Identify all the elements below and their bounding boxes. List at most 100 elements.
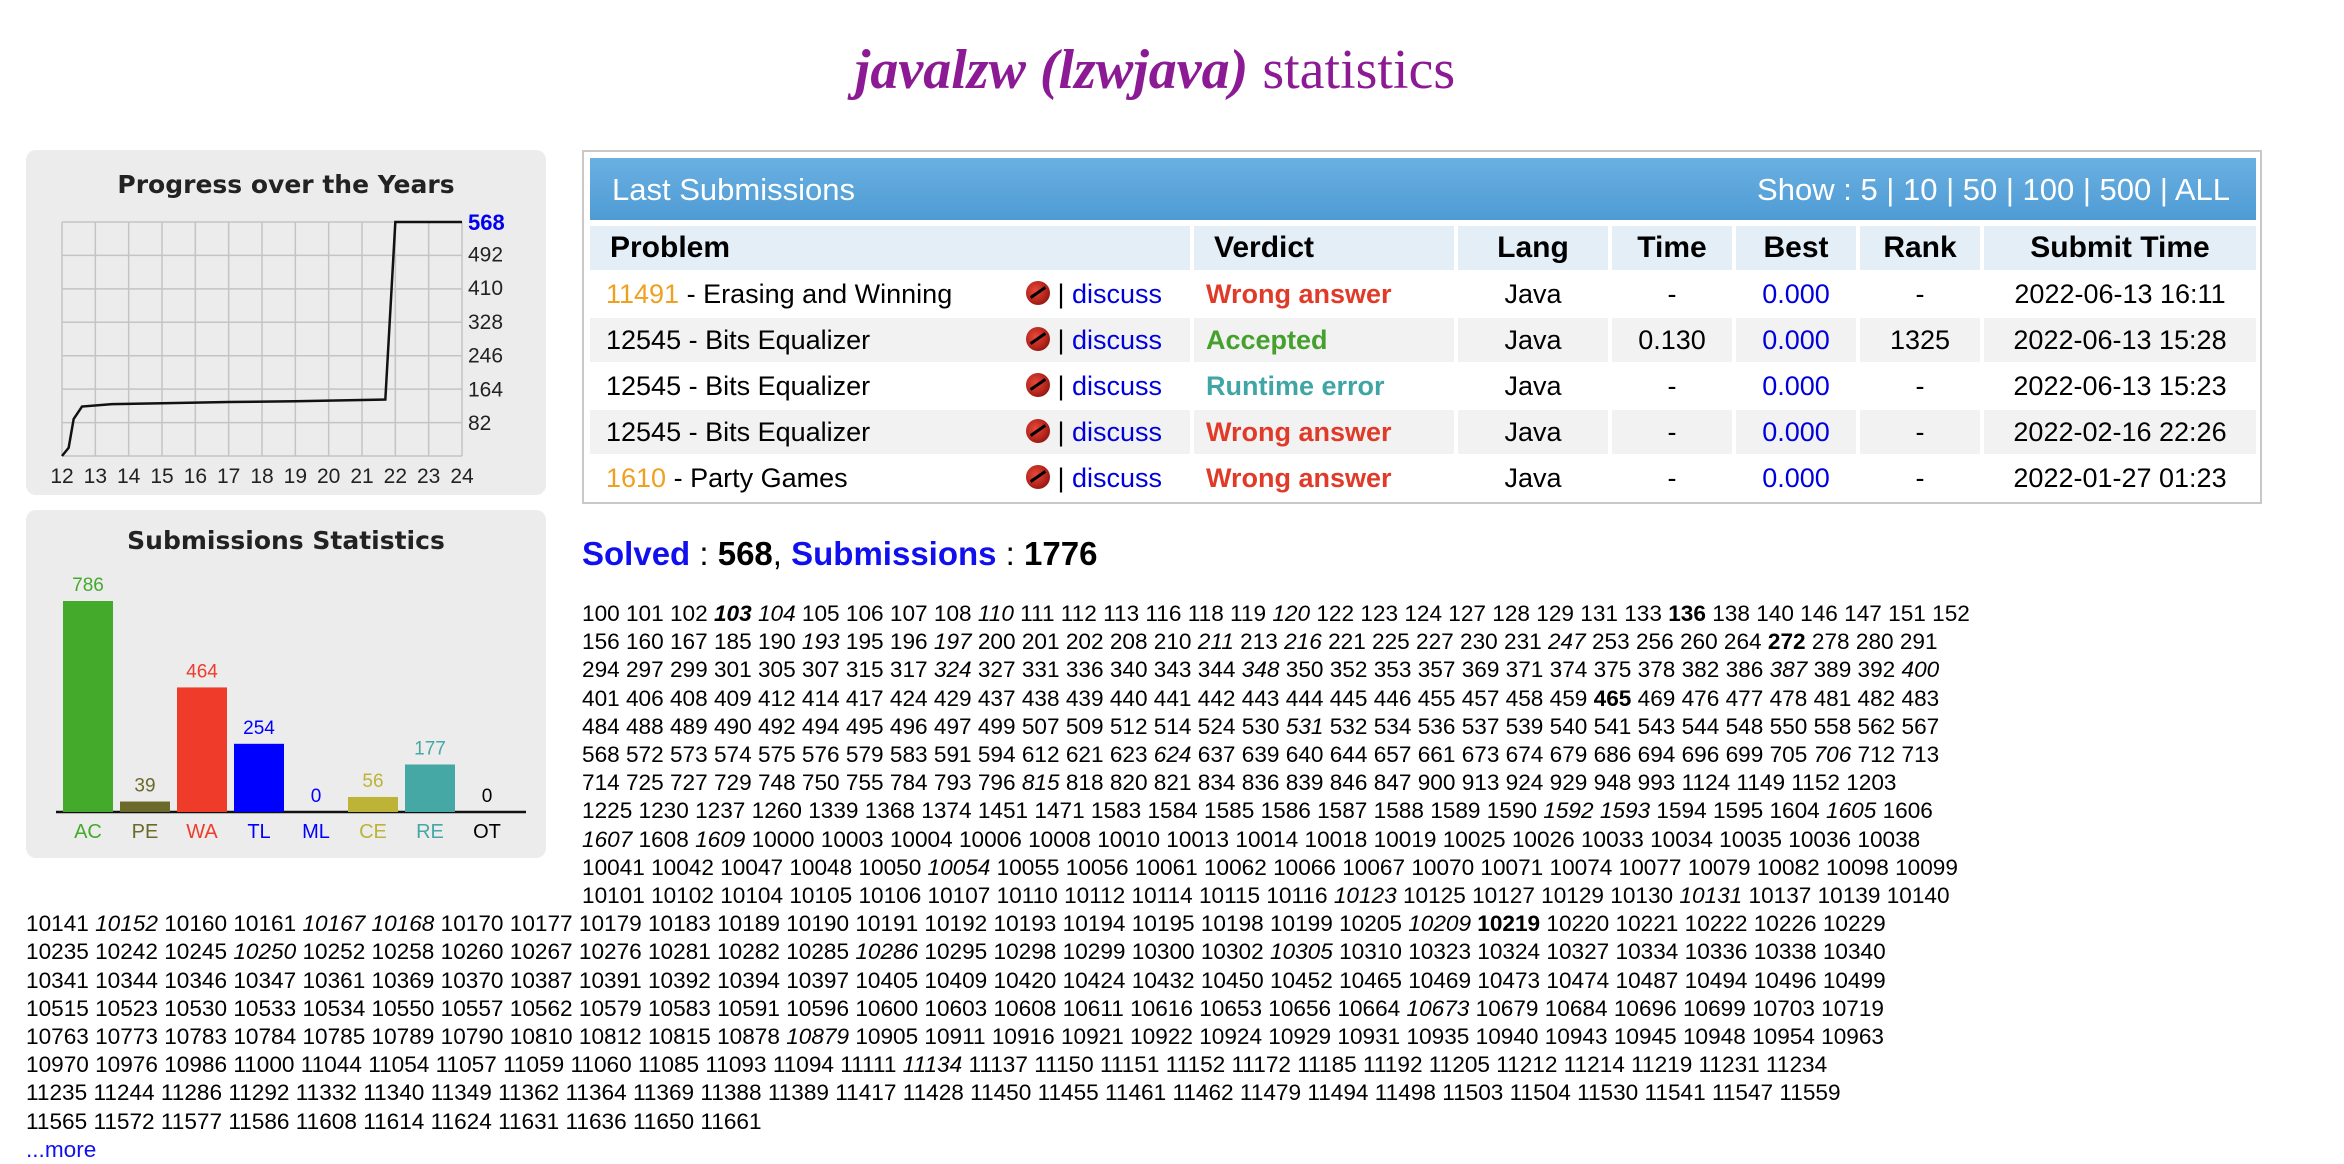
solved-problem-link[interactable]: 10034 [1650, 827, 1713, 852]
solved-problem-link[interactable]: 230 [1460, 629, 1498, 654]
solved-problem-link[interactable]: 10344 [95, 968, 158, 993]
solved-problem-link[interactable]: 1374 [921, 798, 971, 823]
solved-problem-link[interactable]: 913 [1462, 770, 1500, 795]
solved-problem-link[interactable]: 550 [1770, 714, 1808, 739]
solved-problem-link[interactable]: 369 [1462, 657, 1500, 682]
solved-problem-link[interactable]: 11185 [1297, 1052, 1356, 1077]
solved-problem-link[interactable]: 412 [758, 686, 796, 711]
solved-problem-link[interactable]: 948 [1594, 770, 1632, 795]
solved-problem-link[interactable]: 10664 [1337, 996, 1400, 1021]
solved-problem-link[interactable]: 623 [1110, 742, 1148, 767]
solved-problem-link[interactable]: 440 [1110, 686, 1148, 711]
solved-problem-link[interactable]: 496 [890, 714, 928, 739]
solved-problem-link[interactable]: 465 [1594, 686, 1632, 711]
solved-problem-link[interactable]: 10194 [1063, 911, 1126, 936]
solved-problem-link[interactable]: 401 [582, 686, 620, 711]
solved-problem-link[interactable]: 301 [714, 657, 752, 682]
solved-problem-link[interactable]: 11541 [1645, 1080, 1706, 1105]
solved-problem-link[interactable]: 713 [1902, 742, 1940, 767]
solved-problem-link[interactable]: 213 [1240, 629, 1278, 654]
solved-problem-link[interactable]: 490 [714, 714, 752, 739]
solved-problem-link[interactable]: 10931 [1337, 1024, 1400, 1049]
solved-problem-link[interactable]: 10127 [1472, 883, 1535, 908]
solved-problem-link[interactable]: 509 [1066, 714, 1104, 739]
solved-problem-link[interactable]: 640 [1286, 742, 1324, 767]
solved-problem-link[interactable]: 10499 [1823, 968, 1886, 993]
solved-problem-link[interactable]: 712 [1858, 742, 1896, 767]
solved-problem-link[interactable]: 729 [714, 770, 752, 795]
solved-problem-link[interactable]: 10258 [372, 939, 435, 964]
solved-problem-link[interactable]: 10102 [651, 883, 714, 908]
solved-problem-link[interactable]: 492 [758, 714, 796, 739]
solved-problem-link[interactable]: 639 [1242, 742, 1280, 767]
solved-problem-link[interactable]: 541 [1594, 714, 1632, 739]
solved-problem-link[interactable]: 10591 [717, 996, 780, 1021]
solved-problem-link[interactable]: 489 [670, 714, 708, 739]
debug-icon[interactable] [1026, 465, 1050, 489]
solved-problem-link[interactable]: 1225 [582, 798, 632, 823]
solved-problem-link[interactable]: 10130 [1610, 883, 1673, 908]
solved-problem-link[interactable]: 11085 [638, 1052, 699, 1077]
solved-problem-link[interactable]: 10523 [95, 996, 158, 1021]
solved-problem-link[interactable]: 382 [1682, 657, 1720, 682]
solved-problem-link[interactable]: 200 [978, 629, 1016, 654]
solved-problem-link[interactable]: 106 [846, 601, 884, 626]
solved-problem-link[interactable]: 10370 [441, 968, 504, 993]
solved-problem-link[interactable]: 118 [1188, 601, 1224, 626]
solved-problem-link[interactable]: 10392 [648, 968, 711, 993]
solved-problem-link[interactable]: 10789 [372, 1024, 435, 1049]
solved-problem-link[interactable]: 10450 [1201, 968, 1264, 993]
solved-problem-link[interactable]: 11417 [835, 1080, 896, 1105]
solved-problem-link[interactable]: 10948 [1683, 1024, 1746, 1049]
solved-problem-link[interactable]: 11134 [903, 1052, 962, 1077]
discuss-link[interactable]: discuss [1072, 325, 1162, 355]
solved-problem-link[interactable]: 374 [1550, 657, 1588, 682]
solved-problem-link[interactable]: 11214 [1564, 1052, 1625, 1077]
solved-problem-link[interactable]: 10193 [994, 911, 1057, 936]
solved-problem-link[interactable]: 10474 [1546, 968, 1609, 993]
solved-problem-link[interactable]: 624 [1154, 742, 1192, 767]
solved-problem-link[interactable]: 512 [1110, 714, 1148, 739]
solved-problem-link[interactable]: 10013 [1166, 827, 1229, 852]
solved-problem-link[interactable]: 10195 [1132, 911, 1195, 936]
solved-problem-link[interactable]: 846 [1330, 770, 1368, 795]
solved-problem-link[interactable]: 10286 [855, 939, 918, 964]
solved-problem-link[interactable]: 11577 [161, 1109, 222, 1134]
solved-problem-link[interactable]: 210 [1154, 629, 1192, 654]
solved-problem-link[interactable]: 1471 [1034, 798, 1084, 823]
solved-problem-link[interactable]: 10179 [579, 911, 642, 936]
solved-problem-link[interactable]: 107 [890, 601, 928, 626]
solved-problem-link[interactable]: 10943 [1545, 1024, 1608, 1049]
solved-problem-link[interactable]: 443 [1242, 686, 1280, 711]
solved-problem-link[interactable]: 104 [758, 601, 796, 626]
solved-problem-link[interactable]: 417 [846, 686, 884, 711]
solved-problem-link[interactable]: 10494 [1685, 968, 1748, 993]
solved-problem-link[interactable]: 11614 [363, 1109, 424, 1134]
solved-problem-link[interactable]: 10608 [994, 996, 1057, 1021]
solved-problem-link[interactable]: 129 [1536, 601, 1574, 626]
solved-problem-link[interactable]: 11150 [1034, 1052, 1093, 1077]
solved-problem-link[interactable]: 297 [626, 657, 664, 682]
debug-icon[interactable] [1026, 419, 1050, 443]
solved-problem-link[interactable]: 11212 [1496, 1052, 1557, 1077]
solved-problem-link[interactable]: 113 [1103, 601, 1139, 626]
discuss-link[interactable]: discuss [1072, 463, 1162, 493]
solved-problem-link[interactable]: 539 [1506, 714, 1544, 739]
solved-problem-link[interactable]: 317 [890, 657, 928, 682]
solved-problem-link[interactable]: 10050 [858, 855, 921, 880]
solved-problem-link[interactable]: 10515 [26, 996, 89, 1021]
solved-problem-link[interactable]: 567 [1902, 714, 1940, 739]
solved-problem-link[interactable]: 10583 [648, 996, 711, 1021]
solved-problem-link[interactable]: 10010 [1097, 827, 1160, 852]
solved-problem-link[interactable]: 497 [934, 714, 972, 739]
solved-problem-link[interactable]: 488 [626, 714, 664, 739]
solved-problem-link[interactable]: 10954 [1752, 1024, 1815, 1049]
solved-problem-link[interactable]: 574 [714, 742, 752, 767]
solved-problem-link[interactable]: 1593 [1600, 798, 1650, 823]
solved-problem-link[interactable]: 343 [1154, 657, 1192, 682]
solved-problem-link[interactable]: 10250 [233, 939, 296, 964]
solved-problem-link[interactable]: 10123 [1334, 883, 1397, 908]
solved-problem-link[interactable]: 294 [582, 657, 620, 682]
solved-problem-link[interactable]: 10300 [1132, 939, 1195, 964]
solved-problem-link[interactable]: 10487 [1616, 968, 1679, 993]
